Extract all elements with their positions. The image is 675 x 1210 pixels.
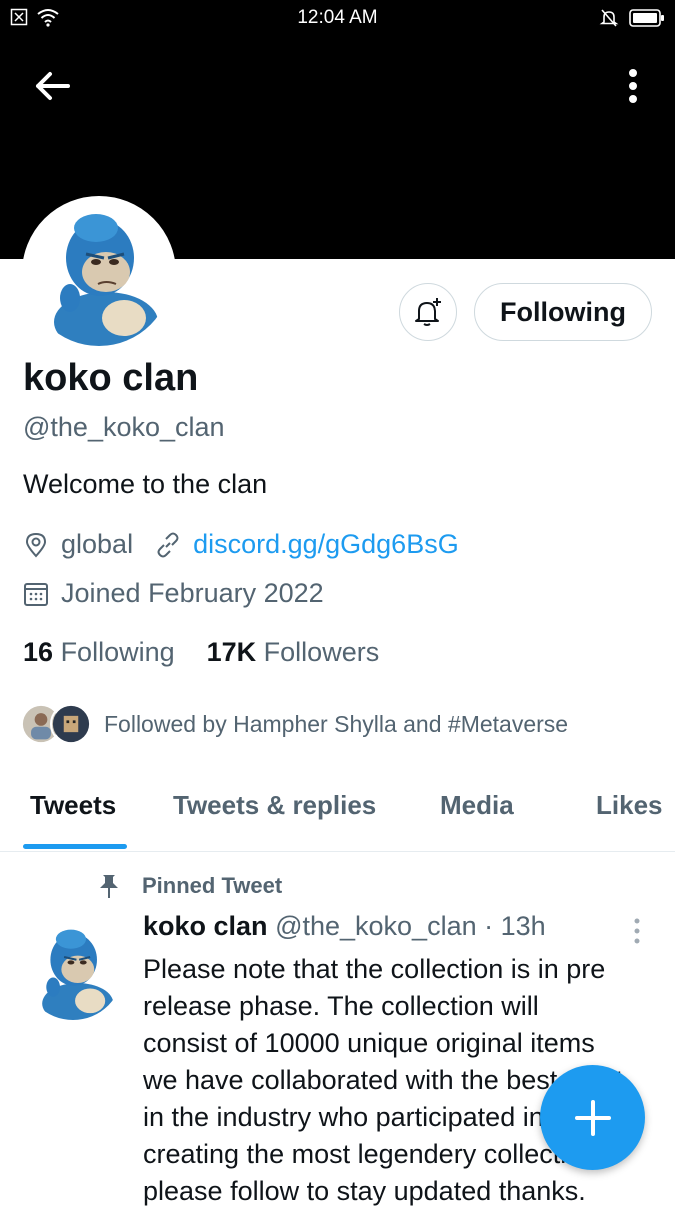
- more-vertical-icon: [629, 69, 637, 103]
- tweet-author-handle: @the_koko_clan: [275, 911, 477, 941]
- gorilla-avatar-image: [26, 200, 172, 346]
- calendar-icon: [24, 582, 48, 606]
- compose-tweet-button[interactable]: [540, 1065, 645, 1170]
- following-count-label: Following: [60, 637, 175, 667]
- pinned-tweet-label: Pinned Tweet: [98, 873, 282, 899]
- tweet-text-line: Please note that the collection is in pr…: [143, 954, 606, 984]
- tab-tweets[interactable]: Tweets: [30, 790, 116, 821]
- link-icon: [157, 532, 179, 557]
- location-pin-icon: [25, 532, 47, 557]
- profile-avatar[interactable]: [22, 196, 176, 350]
- back-button[interactable]: [30, 66, 76, 106]
- tweet-text-line: release phase. The collection will: [143, 991, 539, 1021]
- followed-by-row[interactable]: Followed by Hampher Shylla and #Metavers…: [20, 703, 568, 745]
- tweet-text-line: please follow to stay updated thanks.: [143, 1176, 586, 1206]
- profile-joined-date: Joined February 2022: [61, 578, 324, 608]
- more-vertical-icon: [634, 918, 640, 944]
- tab-media[interactable]: Media: [440, 790, 514, 821]
- profile-tabs: Tweets Tweets & replies Media Likes: [0, 764, 675, 852]
- status-time: 12:04 AM: [297, 7, 378, 28]
- follower-avatar-2: [50, 703, 92, 745]
- followers-count-label: Followers: [263, 637, 380, 667]
- status-bar: 12:04 AM: [0, 0, 675, 36]
- bell-plus-icon: [415, 298, 441, 326]
- profile-meta-row-1: global discord.gg/gGdg6BsG: [23, 529, 459, 560]
- notifications-button[interactable]: [399, 283, 457, 341]
- active-tab-indicator: [23, 844, 127, 849]
- followed-by-text: Followed by Hampher Shylla and #Metavers…: [104, 710, 569, 737]
- followers-count-link[interactable]: 17K Followers: [207, 637, 380, 668]
- following-button[interactable]: Following: [474, 283, 652, 341]
- pin-icon: [100, 875, 118, 898]
- tab-tweets-replies[interactable]: Tweets & replies: [173, 790, 376, 821]
- tweet-author-avatar[interactable]: [23, 920, 123, 1020]
- gorilla-avatar-small-image: [23, 920, 123, 1020]
- tweet-header: koko clan @the_koko_clan · 13h: [143, 911, 546, 942]
- back-arrow-icon: [36, 72, 70, 100]
- following-count-link[interactable]: 16 Following: [23, 637, 175, 668]
- pinned-tweet-text: Pinned Tweet: [142, 873, 283, 898]
- follow-counts: 16 Following 17K Followers: [23, 637, 379, 668]
- profile-name: koko clan: [23, 357, 199, 399]
- following-count: 16: [23, 637, 54, 667]
- profile-location: global: [61, 529, 134, 559]
- profile-bio: Welcome to the clan: [23, 469, 268, 499]
- more-options-button[interactable]: [621, 66, 645, 106]
- followers-count: 17K: [206, 637, 257, 667]
- compose-plus-icon: [574, 1099, 611, 1136]
- tweet-text-line: consist of 10000 unique original items: [143, 1028, 595, 1058]
- tweet-more-button[interactable]: [631, 917, 643, 945]
- bell-off-icon: [599, 9, 619, 27]
- tab-likes[interactable]: Likes: [596, 790, 663, 821]
- tweet-time: 13h: [500, 911, 546, 941]
- status-right-icons: [599, 8, 665, 28]
- profile-website-link[interactable]: discord.gg/gGdg6BsG: [193, 529, 459, 560]
- tweet-author-name[interactable]: koko clan: [143, 911, 268, 941]
- profile-handle: @the_koko_clan: [23, 412, 225, 442]
- battery-icon: [629, 9, 664, 27]
- tweet-separator: ·: [484, 911, 494, 941]
- profile-meta-row-2: Joined February 2022: [23, 578, 324, 609]
